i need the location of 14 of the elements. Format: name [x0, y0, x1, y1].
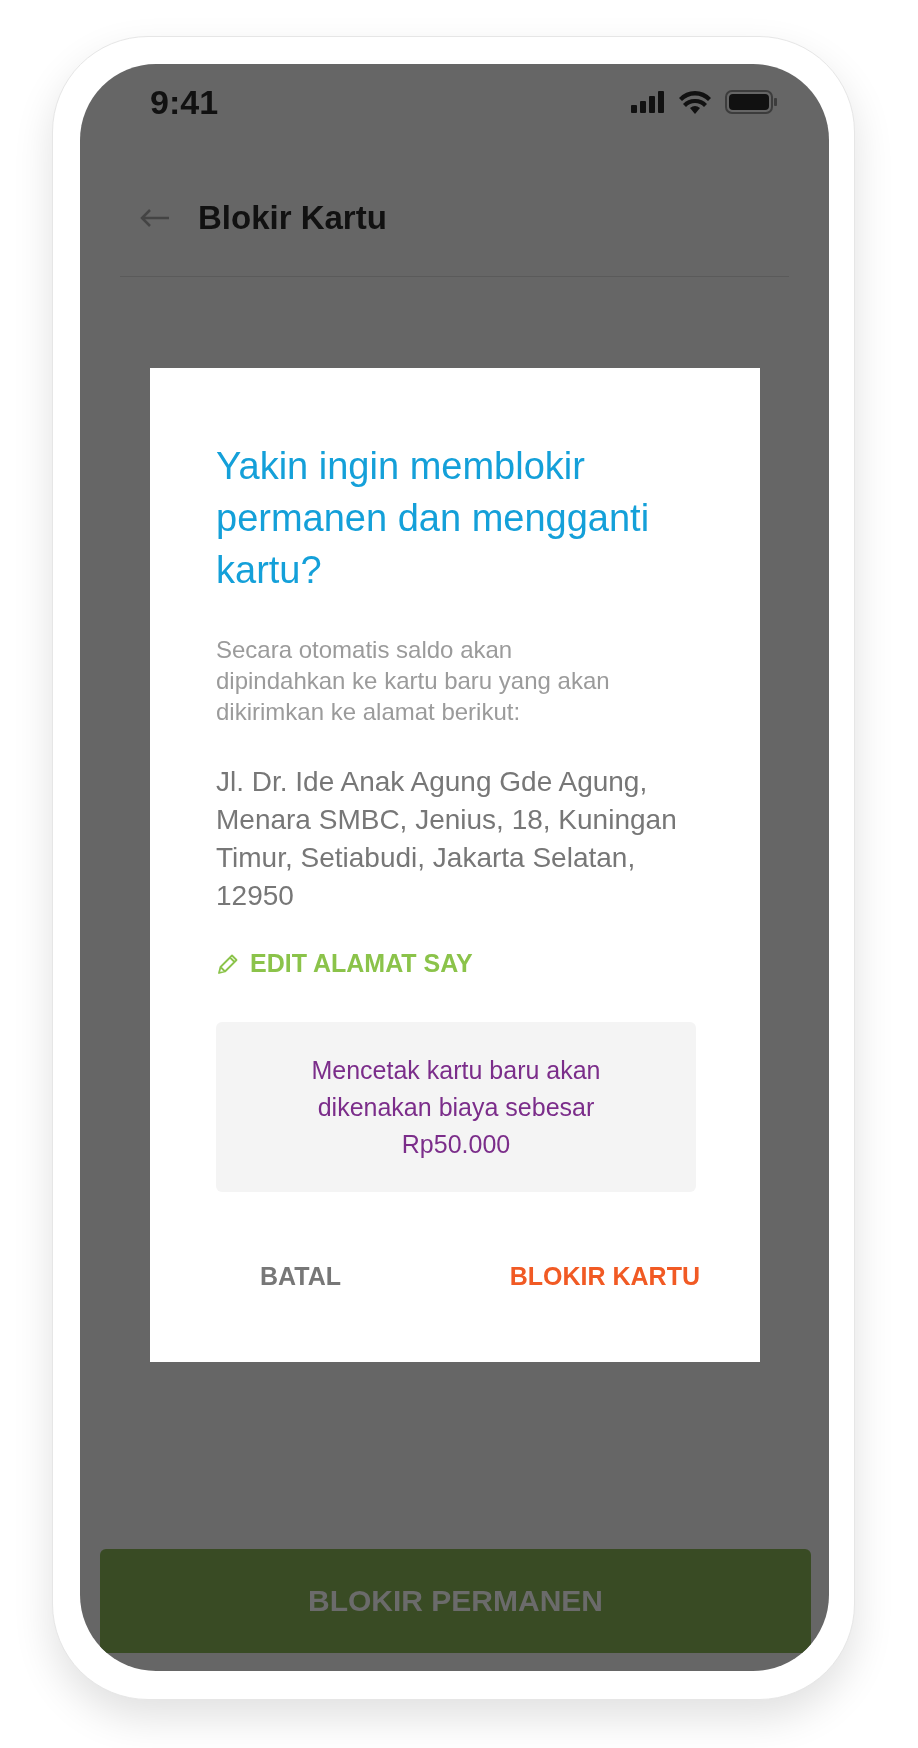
- wifi-icon: [679, 90, 711, 114]
- dialog-title: Yakin ingin memblokir permanen dan mengganti kartu?: [216, 444, 651, 593]
- fee-notice: Mencetak kartu baru akan dikenakan biaya sebesar Rp50.000: [216, 1022, 696, 1192]
- block-card-button[interactable]: BLOKIR KARTU: [495, 1248, 714, 1305]
- battery-icon: [725, 90, 777, 114]
- cancel-button[interactable]: BATAL: [246, 1248, 355, 1305]
- back-arrow-icon[interactable]: [140, 208, 170, 228]
- status-time: 9:41: [150, 82, 219, 122]
- signal-icon: [631, 91, 665, 113]
- edit-address-link[interactable]: EDIT ALAMAT SAY: [250, 949, 473, 978]
- dialog-message: Secara otomatis saldo akan dipindahkan ke kartu baru yang akan dikirimkan ke alamat berikut:: [216, 635, 611, 727]
- screen-title: Blokir Kartu: [198, 199, 387, 237]
- block-permanent-button[interactable]: BLOKIR PERMANEN: [100, 1549, 811, 1653]
- address-text: Jl. Dr. Ide Anak Agung Gde Agung, Menara SMBC, Jenius, 18, Kuningan Timur, Setiabudi, Jakarta Selatan, 12950: [216, 765, 678, 913]
